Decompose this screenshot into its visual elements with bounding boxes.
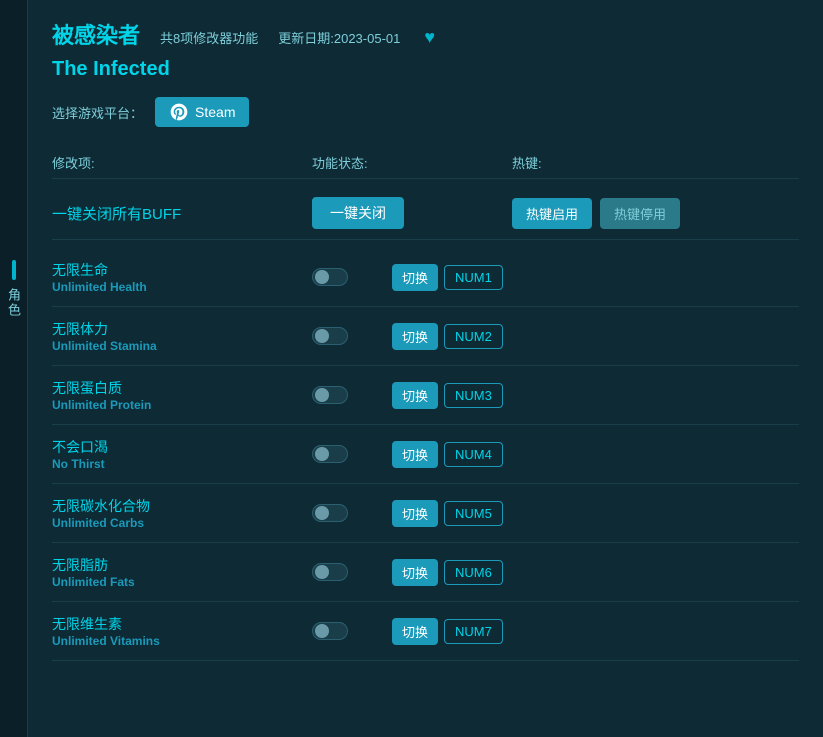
header-meta-count: 共8项修改器功能 [160, 28, 258, 47]
toggle-switch[interactable] [312, 386, 348, 404]
key-label: NUM7 [444, 619, 503, 644]
steam-btn-label: Steam [195, 104, 235, 120]
mod-name-en: No Thirst [52, 457, 312, 471]
toggle-container[interactable] [312, 445, 392, 463]
key-label: NUM2 [444, 324, 503, 349]
toggle-knob [315, 447, 329, 461]
onekey-label: 一键关闭所有BUFF [52, 203, 312, 224]
mod-row: 无限蛋白质 Unlimited Protein 切换 NUM3 [52, 366, 799, 425]
toggle-switch[interactable] [312, 504, 348, 522]
hotkey-enable-button[interactable]: 热键启用 [512, 198, 592, 229]
table-header: 修改项: 功能状态: 热键: [52, 147, 799, 179]
toggle-switch[interactable] [312, 327, 348, 345]
mod-name-cell: 无限碳水化合物 Unlimited Carbs [52, 496, 312, 530]
game-title-en: The Infected [52, 58, 799, 81]
toggle-switch[interactable] [312, 268, 348, 286]
heart-icon[interactable]: ♥ [424, 27, 435, 48]
mod-name-cell: 无限体力 Unlimited Stamina [52, 319, 312, 353]
switch-button[interactable]: 切换 [392, 618, 438, 645]
mod-name-cell: 无限脂肪 Unlimited Fats [52, 555, 312, 589]
toggle-knob [315, 624, 329, 638]
hotkey-display: 切换 NUM5 [392, 500, 799, 527]
mod-name-en: Unlimited Stamina [52, 339, 312, 353]
sidebar: 角色 [0, 0, 28, 737]
hotkey-disable-button[interactable]: 热键停用 [600, 198, 680, 229]
hotkey-display: 切换 NUM4 [392, 441, 799, 468]
mod-rows-container: 无限生命 Unlimited Health 切换 NUM1 无限体力 Unlim… [52, 248, 799, 661]
mod-name-cn: 无限维生素 [52, 614, 312, 634]
key-label: NUM5 [444, 501, 503, 526]
mod-name-cn: 无限体力 [52, 319, 312, 339]
mod-row: 无限体力 Unlimited Stamina 切换 NUM2 [52, 307, 799, 366]
onekey-row: 一键关闭所有BUFF 一键关闭 热键启用 热键停用 [52, 187, 799, 240]
switch-button[interactable]: 切换 [392, 500, 438, 527]
game-title-cn: 被感染者 [52, 18, 140, 50]
toggle-knob [315, 388, 329, 402]
toggle-container[interactable] [312, 504, 392, 522]
mod-row: 无限生命 Unlimited Health 切换 NUM1 [52, 248, 799, 307]
toggle-knob [315, 270, 329, 284]
header: 被感染者 共8项修改器功能 更新日期:2023-05-01 ♥ [52, 18, 799, 50]
mod-name-cell: 无限生命 Unlimited Health [52, 260, 312, 294]
sidebar-icon [12, 260, 16, 280]
mod-row: 无限碳水化合物 Unlimited Carbs 切换 NUM5 [52, 484, 799, 543]
mod-row: 无限维生素 Unlimited Vitamins 切换 NUM7 [52, 602, 799, 661]
sidebar-item-label: 角色 [4, 288, 23, 318]
toggle-knob [315, 506, 329, 520]
mod-name-en: Unlimited Vitamins [52, 634, 312, 648]
col-status-header: 功能状态: [312, 153, 512, 172]
key-label: NUM4 [444, 442, 503, 467]
switch-button[interactable]: 切换 [392, 264, 438, 291]
toggle-container[interactable] [312, 622, 392, 640]
steam-button[interactable]: Steam [155, 97, 249, 127]
col-mod-header: 修改项: [52, 153, 312, 172]
mod-name-cell: 无限维生素 Unlimited Vitamins [52, 614, 312, 648]
header-update-date: 更新日期:2023-05-01 [278, 28, 400, 47]
hotkey-display: 切换 NUM1 [392, 264, 799, 291]
sidebar-label: 角色 [4, 288, 23, 318]
toggle-container[interactable] [312, 563, 392, 581]
mod-name-cn: 无限脂肪 [52, 555, 312, 575]
hotkey-display: 切换 NUM6 [392, 559, 799, 586]
toggle-knob [315, 329, 329, 343]
key-label: NUM1 [444, 265, 503, 290]
switch-button[interactable]: 切换 [392, 323, 438, 350]
switch-button[interactable]: 切换 [392, 382, 438, 409]
key-label: NUM3 [444, 383, 503, 408]
toggle-switch[interactable] [312, 445, 348, 463]
switch-button[interactable]: 切换 [392, 441, 438, 468]
mod-name-en: Unlimited Carbs [52, 516, 312, 530]
onekey-btn-container: 一键关闭 [312, 197, 512, 229]
platform-label: 选择游戏平台： [52, 103, 143, 122]
switch-button[interactable]: 切换 [392, 559, 438, 586]
key-label: NUM6 [444, 560, 503, 585]
toggle-switch[interactable] [312, 622, 348, 640]
mod-row: 不会口渴 No Thirst 切换 NUM4 [52, 425, 799, 484]
mod-name-cn: 不会口渴 [52, 437, 312, 457]
mod-name-cn: 无限生命 [52, 260, 312, 280]
col-hotkey-header: 热键: [512, 153, 799, 172]
mod-name-en: Unlimited Fats [52, 575, 312, 589]
mod-name-en: Unlimited Protein [52, 398, 312, 412]
mod-name-en: Unlimited Health [52, 280, 312, 294]
hotkey-display: 切换 NUM3 [392, 382, 799, 409]
onekey-button[interactable]: 一键关闭 [312, 197, 404, 229]
hotkey-group: 热键启用 热键停用 [512, 198, 799, 229]
hotkey-display: 切换 NUM2 [392, 323, 799, 350]
platform-row: 选择游戏平台： Steam [52, 97, 799, 127]
mod-name-cell: 无限蛋白质 Unlimited Protein [52, 378, 312, 412]
mod-name-cn: 无限蛋白质 [52, 378, 312, 398]
hotkey-display: 切换 NUM7 [392, 618, 799, 645]
toggle-switch[interactable] [312, 563, 348, 581]
steam-logo-icon [169, 102, 189, 122]
mod-name-cell: 不会口渴 No Thirst [52, 437, 312, 471]
toggle-container[interactable] [312, 268, 392, 286]
app-container: 角色 被感染者 共8项修改器功能 更新日期:2023-05-01 ♥ The I… [0, 0, 823, 737]
toggle-container[interactable] [312, 327, 392, 345]
main-content: 被感染者 共8项修改器功能 更新日期:2023-05-01 ♥ The Infe… [28, 0, 823, 737]
toggle-container[interactable] [312, 386, 392, 404]
toggle-knob [315, 565, 329, 579]
mod-name-cn: 无限碳水化合物 [52, 496, 312, 516]
mod-row: 无限脂肪 Unlimited Fats 切换 NUM6 [52, 543, 799, 602]
